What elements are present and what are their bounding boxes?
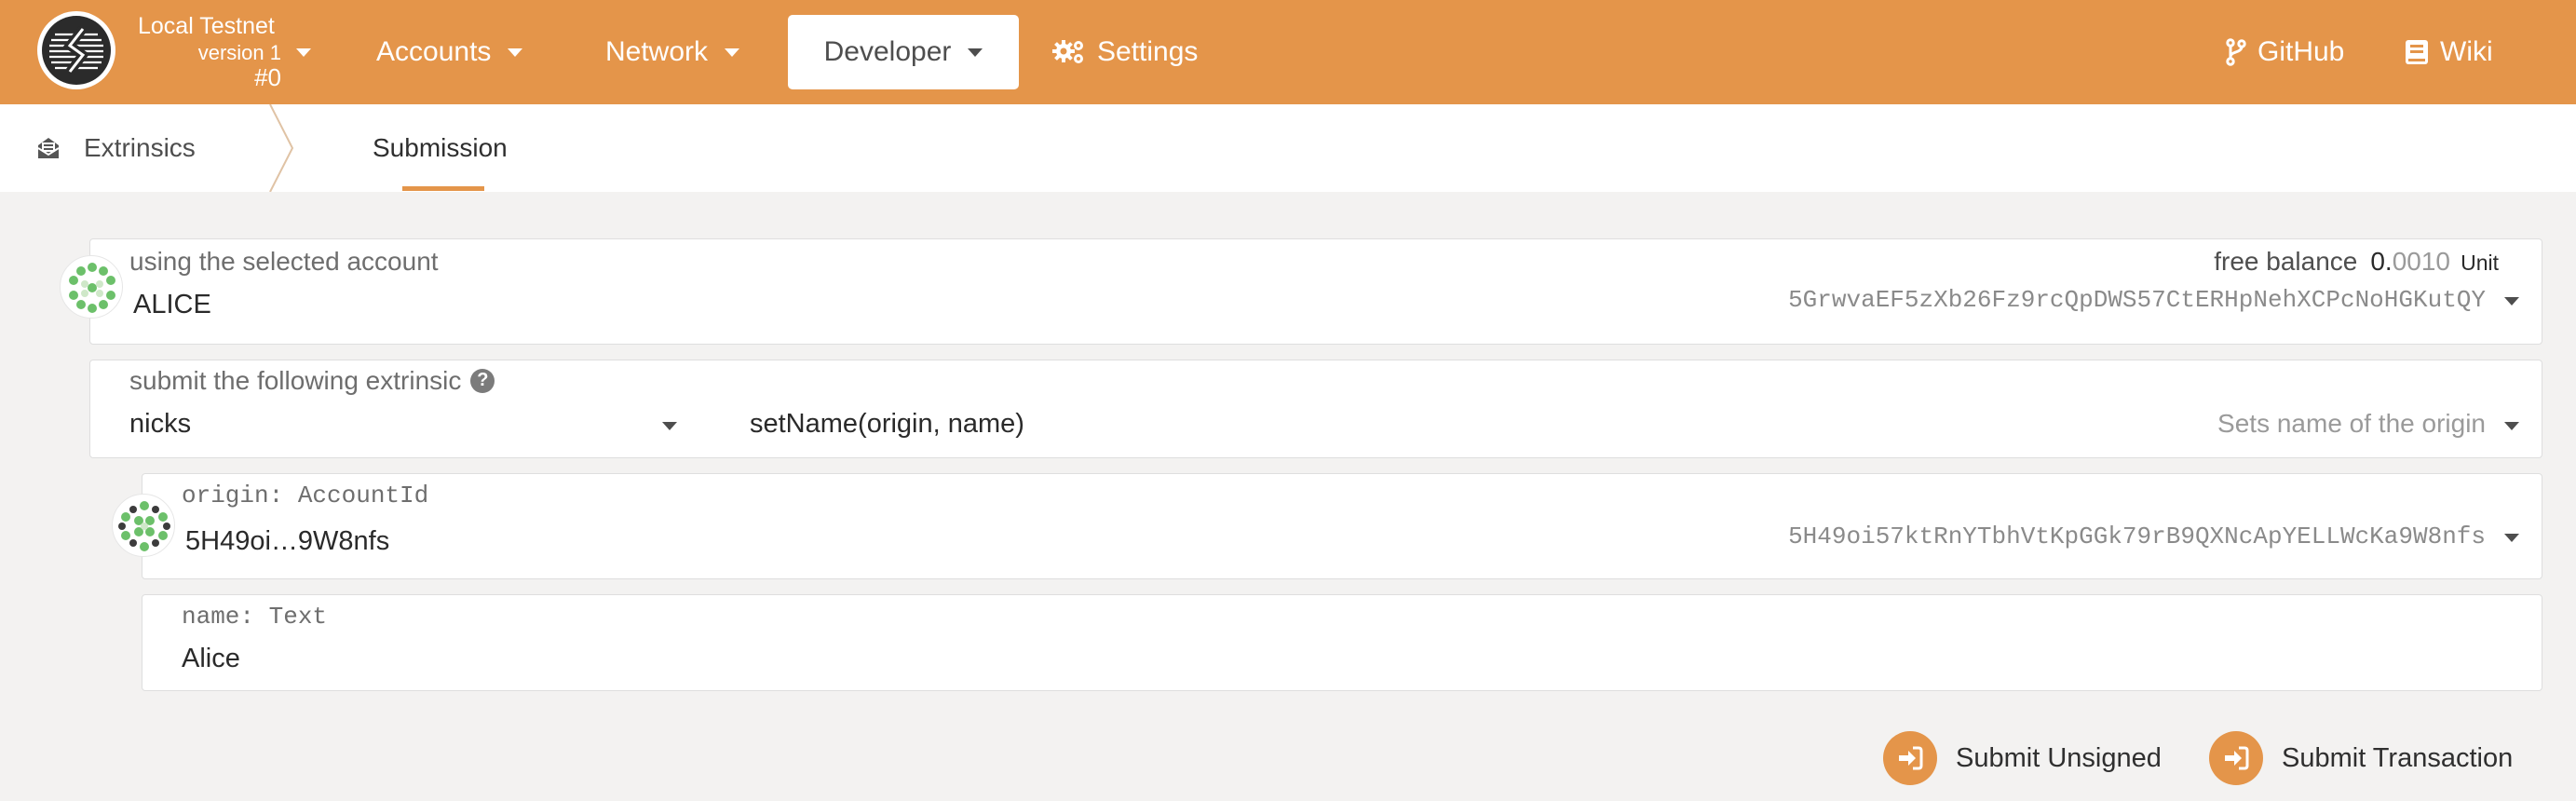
method-value: setName(origin, name) [750, 409, 1024, 439]
nav-network-label: Network [605, 36, 709, 67]
sign-in-icon [2209, 731, 2263, 785]
question-circle-icon[interactable]: ? [470, 368, 495, 393]
origin-identicon-icon[interactable] [112, 494, 175, 557]
account-selector-label: using the selected account [129, 247, 439, 276]
caret-down-icon [296, 48, 311, 57]
name-param-field[interactable]: name: Text Alice [142, 594, 2542, 691]
chain-name: Local Testnet [138, 13, 275, 39]
nav-accounts[interactable]: Accounts [376, 15, 523, 89]
sign-in-icon [1883, 731, 1937, 785]
nav-settings-label: Settings [1097, 36, 1199, 67]
nav-github-link[interactable]: GitHub [2226, 15, 2344, 89]
book-icon [2405, 39, 2429, 65]
origin-param-label: origin: AccountId [182, 482, 429, 509]
chain-logo[interactable] [37, 11, 115, 89]
nav-wiki-label: Wiki [2440, 36, 2493, 67]
name-param-label: name: Text [182, 603, 328, 631]
caret-down-icon [2504, 297, 2519, 305]
nav-github-label: GitHub [2257, 36, 2345, 67]
origin-param-selector[interactable]: origin: AccountId 5H49oi…9W8nfs 5H49oi57… [142, 473, 2542, 579]
tab-extrinsics-label: Extrinsics [84, 133, 196, 162]
nav-network[interactable]: Network [605, 15, 740, 89]
substrate-logo-icon [42, 16, 111, 85]
extrinsic-selector-label: submit the following extrinsic? [129, 366, 495, 396]
submit-transaction-button[interactable]: Submit Transaction [2209, 728, 2513, 788]
account-selector[interactable]: using the selected account ALICE free ba… [89, 238, 2542, 345]
account-name: ALICE [133, 290, 211, 319]
tab-submission-label: Submission [373, 133, 508, 162]
caret-down-icon [662, 422, 677, 430]
cogs-icon [1052, 38, 1086, 66]
chain-version: version 1 [197, 41, 281, 64]
name-input-value[interactable]: Alice [182, 644, 240, 674]
extrinsic-selector: submit the following extrinsic? nicks se… [89, 360, 2542, 458]
nav-settings[interactable]: Settings [1052, 15, 1198, 89]
caret-down-icon [508, 48, 523, 57]
top-navigation-bar: Local Testnet version 1 #0 Accounts Netw… [0, 0, 2576, 104]
free-balance-label: free balance [2214, 247, 2358, 276]
nav-wiki-link[interactable]: Wiki [2405, 15, 2493, 89]
free-balance-unit: Unit [2461, 251, 2499, 275]
chain-selector[interactable]: Local Testnet version 1 #0 [138, 11, 315, 95]
caret-down-icon [725, 48, 740, 57]
submit-transaction-label: Submit Transaction [2282, 742, 2514, 773]
caret-down-icon [2504, 422, 2519, 430]
method-description: Sets name of the origin [2217, 409, 2486, 438]
active-tab-indicator [402, 186, 484, 191]
module-value: nicks [129, 409, 192, 439]
nav-accounts-label: Accounts [376, 36, 492, 67]
module-dropdown[interactable]: nicks [90, 403, 696, 455]
code-branch-icon [2226, 38, 2246, 66]
caret-down-icon [968, 48, 983, 57]
origin-short-address: 5H49oi…9W8nfs [185, 526, 390, 556]
nav-developer[interactable]: Developer [788, 15, 1019, 89]
tab-submission[interactable]: Submission [373, 104, 508, 192]
envelope-open-icon [35, 135, 61, 161]
tab-extrinsics[interactable]: Extrinsics [35, 104, 196, 192]
breadcrumb-separator [269, 104, 294, 192]
account-address: 5GrwvaEF5zXb26Fz9rcQpDWS57CtERHpNehXCPcN… [1788, 286, 2486, 314]
caret-down-icon [2504, 534, 2519, 542]
sub-navigation-tabs: Extrinsics Submission [0, 104, 2576, 192]
origin-address: 5H49oi57ktRnYTbhVtKpGGk79rB9QXNcApYELLWc… [1788, 523, 2486, 550]
account-identicon-icon[interactable] [60, 255, 123, 319]
method-dropdown[interactable]: setName(origin, name) Sets name of the o… [742, 403, 2540, 455]
free-balance-value: 0.0010 [2370, 247, 2450, 276]
chain-block-number: #0 [254, 63, 281, 91]
submit-unsigned-label: Submit Unsigned [1956, 742, 2162, 773]
nav-developer-label: Developer [823, 36, 952, 67]
submit-unsigned-button[interactable]: Submit Unsigned [1883, 728, 2162, 788]
